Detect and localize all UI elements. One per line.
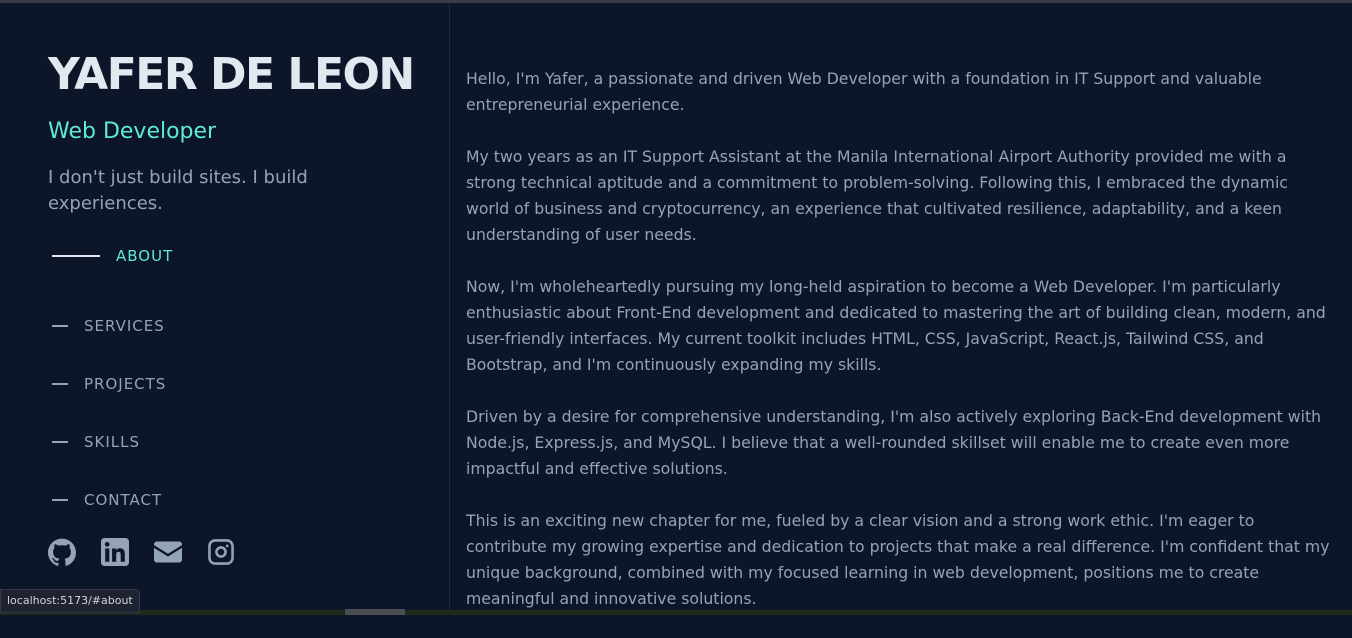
- nav-item-services[interactable]: SERVICES: [52, 297, 173, 355]
- linkedin-link[interactable]: [101, 538, 129, 566]
- instagram-icon: [208, 539, 234, 565]
- nav-indicator-line: [52, 441, 68, 443]
- nav-item-about[interactable]: ABOUT: [52, 239, 173, 273]
- profile-tagline: I don't just build sites. I build experi…: [48, 167, 308, 214]
- section-nav: ABOUT SERVICES PROJECTS SKILLS CONTACT: [52, 239, 173, 529]
- nav-item-projects[interactable]: PROJECTS: [52, 355, 173, 413]
- sidebar: YAFER DE LEON Web Developer I don't just…: [0, 3, 450, 615]
- nav-item-contact[interactable]: CONTACT: [52, 471, 173, 529]
- nav-indicator-line: [52, 383, 68, 385]
- nav-item-label: ABOUT: [116, 247, 174, 265]
- about-paragraph: My two years as an IT Support Assistant …: [466, 147, 1288, 244]
- nav-item-label: PROJECTS: [84, 375, 167, 393]
- github-link[interactable]: [48, 538, 76, 566]
- nav-item-label: SKILLS: [84, 433, 141, 451]
- nav-item-label: CONTACT: [84, 491, 163, 509]
- about-paragraph: Driven by a desire for comprehensive und…: [466, 407, 1322, 478]
- instagram-link[interactable]: [207, 538, 235, 566]
- about-paragraph: Now, I'm wholeheartedly pursuing my long…: [466, 277, 1326, 374]
- linkedin-icon: [101, 538, 129, 566]
- profile-role: Web Developer: [48, 119, 217, 144]
- window-bottom-edge: [0, 610, 1352, 615]
- social-links: [48, 538, 260, 566]
- about-section: Hello, I'm Yafer, a passionate and drive…: [466, 66, 1336, 638]
- email-link[interactable]: [154, 538, 182, 566]
- profile-name: YAFER DE LEON: [48, 49, 415, 100]
- mail-icon: [154, 541, 182, 563]
- nav-indicator-line: [52, 255, 100, 257]
- nav-indicator-line: [52, 499, 68, 501]
- nav-item-skills[interactable]: SKILLS: [52, 413, 173, 471]
- nav-indicator-line: [52, 325, 68, 327]
- about-paragraph: This is an exciting new chapter for me, …: [466, 511, 1330, 608]
- github-icon: [48, 538, 76, 566]
- link-preview-status: localhost:5173/#about: [0, 589, 140, 613]
- about-paragraph: Hello, I'm Yafer, a passionate and drive…: [466, 69, 1262, 114]
- horizontal-scrollbar-thumb[interactable]: [345, 609, 405, 615]
- nav-item-label: SERVICES: [84, 317, 165, 335]
